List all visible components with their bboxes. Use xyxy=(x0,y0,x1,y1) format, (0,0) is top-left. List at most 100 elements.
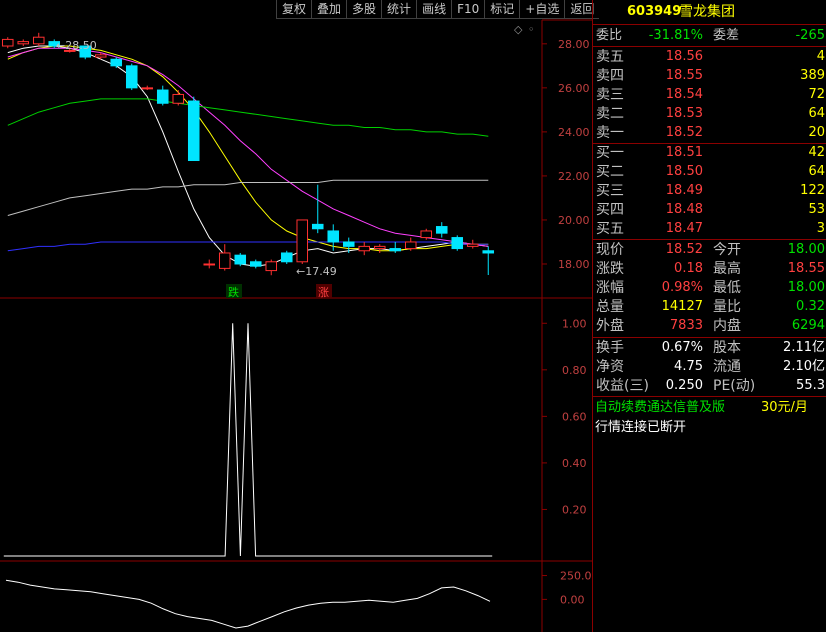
ma-line-3 xyxy=(7,98,489,137)
asks-label: 卖四 xyxy=(596,68,624,84)
bids-row[interactable]: 买三 18.49 122 xyxy=(593,181,826,201)
candle-body xyxy=(435,226,448,234)
asks-volume: 4 xyxy=(816,49,825,64)
quote-row: 现价 18.52 今开 18.00 xyxy=(593,240,826,260)
indicator-line xyxy=(3,323,493,557)
quote-label: 外盘 xyxy=(596,318,624,334)
candle-body xyxy=(404,241,417,250)
asks-row[interactable]: 卖三 18.54 72 xyxy=(593,85,826,105)
chart-area[interactable]: 28.00 26.00 24.00 22.00 20.00 18.00 1.00 0.80 0.… xyxy=(0,0,592,632)
candle-body xyxy=(218,252,231,269)
quote-value-2: 6294 xyxy=(791,318,825,333)
promo-text[interactable]: 自动续费通达信普及版 xyxy=(595,398,725,418)
candle-body xyxy=(420,230,433,239)
quote-panel: 603949 雪龙集团 委比 -31.81% 委差 -265 卖五 18.56 4 卖… xyxy=(592,0,826,632)
candle-body xyxy=(311,223,324,230)
diff-label: 委差 xyxy=(713,28,740,43)
quote-value-2: 18.00 xyxy=(787,280,825,295)
quote-value-2: 18.55 xyxy=(787,261,825,276)
asks-row[interactable]: 卖四 18.55 389 xyxy=(593,66,826,86)
connection-status: 行情连接已断开 xyxy=(595,420,687,435)
oscillator-line xyxy=(5,579,491,629)
ma-line-2 xyxy=(7,47,489,247)
diff-value: -265 xyxy=(795,28,825,43)
quote-label: 涨跌 xyxy=(596,261,624,277)
quote-row: 涨幅 0.98% 最低 18.00 xyxy=(593,278,826,298)
bids-label: 买五 xyxy=(596,221,624,237)
high-annotation: ←28.50 xyxy=(56,39,97,52)
candle-body xyxy=(203,263,216,266)
fundamental-row: 收益(三) 0.250 PE(动) 55.3 xyxy=(593,376,826,396)
asks-row[interactable]: 卖五 18.56 4 xyxy=(593,47,826,67)
candle-body xyxy=(280,252,293,263)
bids-row[interactable]: 买二 18.50 64 xyxy=(593,162,826,182)
low-annotation: ←17.49 xyxy=(296,265,337,278)
ma-line-4 xyxy=(7,179,489,216)
fund-value: 0.67% xyxy=(661,340,703,355)
fund-label: 净资 xyxy=(596,359,624,375)
candle-body xyxy=(172,93,185,104)
quote-value: 18.52 xyxy=(665,242,703,257)
quote-value: 14127 xyxy=(661,299,703,314)
fund-label: 收益(三) xyxy=(596,378,649,394)
candle-body xyxy=(94,54,107,58)
chart-settings-icon[interactable]: ◇ xyxy=(514,23,523,36)
price-axis-label: 28.00 xyxy=(558,38,590,51)
quote-value-2: 0.32 xyxy=(796,299,825,314)
asks-label: 卖五 xyxy=(596,49,624,65)
candle-body xyxy=(110,58,123,67)
quote-label-2: 最高 xyxy=(713,261,741,277)
quote-label-2: 内盘 xyxy=(713,318,741,334)
asks-row[interactable]: 卖二 18.53 64 xyxy=(593,104,826,124)
asks-price: 18.54 xyxy=(665,87,703,102)
asks-price: 18.55 xyxy=(665,68,703,83)
quote-label-2: 量比 xyxy=(713,299,741,315)
down-badge: 跌 xyxy=(228,285,239,299)
promo-row[interactable]: 自动续费通达信普及版 30元/月 xyxy=(593,398,826,418)
stock-name: 雪龙集团 xyxy=(679,4,735,20)
asks-volume: 64 xyxy=(808,106,825,121)
candle-body xyxy=(141,87,154,90)
asks-volume: 72 xyxy=(808,87,825,102)
fund-value-2: 2.10亿 xyxy=(783,359,825,374)
asks-row[interactable]: 卖一 18.52 20 xyxy=(593,123,826,143)
indicator-axis-label: 0.60 xyxy=(562,410,587,423)
bids-row[interactable]: 买四 18.48 53 xyxy=(593,200,826,220)
bids-price: 18.49 xyxy=(665,183,703,198)
asks-price: 18.52 xyxy=(665,125,703,140)
price-axis-label: 18.00 xyxy=(558,258,590,271)
price-axis-label: 20.00 xyxy=(558,214,590,227)
candle-body xyxy=(389,248,402,252)
candle-body xyxy=(451,237,464,250)
asks-price: 18.56 xyxy=(665,49,703,64)
asks-label: 卖三 xyxy=(596,87,624,103)
indicator-axis-label: 0.40 xyxy=(562,457,587,470)
bids-price: 18.47 xyxy=(665,221,703,236)
asks-volume: 20 xyxy=(808,125,825,140)
ratio-row: 委比 -31.81% 委差 -265 xyxy=(593,26,826,46)
quote-row: 涨跌 0.18 最高 18.55 xyxy=(593,259,826,279)
price-axis-label: 22.00 xyxy=(558,170,590,183)
stock-code: 603949 xyxy=(627,4,682,19)
asks-label: 卖二 xyxy=(596,106,624,122)
fund-label-2: PE(动) xyxy=(713,378,756,394)
bids-row[interactable]: 买五 18.47 3 xyxy=(593,219,826,239)
bids-label: 买二 xyxy=(596,164,624,180)
price-axis-label: 24.00 xyxy=(558,126,590,139)
chart-menu-icon[interactable]: ◦ xyxy=(528,23,535,36)
quote-label-2: 今开 xyxy=(713,242,741,258)
candle-body xyxy=(125,65,138,89)
up-badge: 涨 xyxy=(318,286,329,299)
candle-body xyxy=(482,250,495,254)
oscillator-axis-label: 0.00 xyxy=(560,593,585,606)
quote-value-2: 18.00 xyxy=(787,242,825,257)
bids-label: 买三 xyxy=(596,183,624,199)
promo-price[interactable]: 30元/月 xyxy=(761,398,808,418)
candle-body xyxy=(156,89,169,104)
bids-price: 18.48 xyxy=(665,202,703,217)
candle-body xyxy=(265,261,278,272)
asks-label: 卖一 xyxy=(596,125,624,141)
bids-volume: 64 xyxy=(808,164,825,179)
bids-row[interactable]: 买一 18.51 42 xyxy=(593,143,826,163)
quote-row: 总量 14127 量比 0.32 xyxy=(593,297,826,317)
